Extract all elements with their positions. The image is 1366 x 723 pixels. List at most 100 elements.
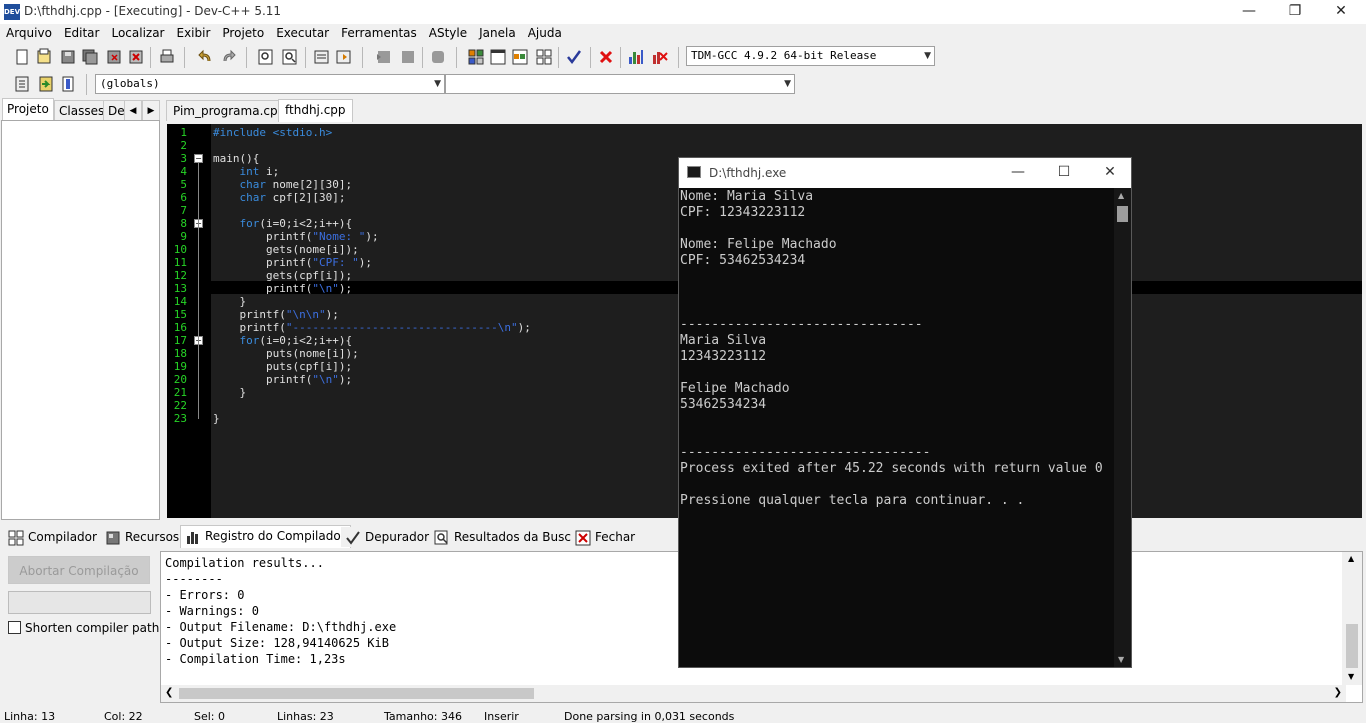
code-line[interactable]: gets(nome[i]);	[213, 243, 359, 256]
menu-astyle[interactable]: AStyle	[423, 24, 473, 42]
code-line[interactable]: puts(nome[i]);	[213, 347, 359, 360]
find-icon[interactable]	[256, 47, 276, 67]
tab-scroll-right-icon[interactable]: ▶	[142, 100, 160, 121]
save-icon[interactable]	[58, 47, 78, 67]
run-icon[interactable]	[488, 47, 508, 67]
compiler-select[interactable]: TDM-GCC 4.9.2 64-bit Release ▼	[686, 46, 935, 66]
replace-icon[interactable]	[280, 47, 300, 67]
code-line[interactable]: for(i=0;i<2;i++){	[213, 334, 353, 347]
tab-compilador[interactable]: Compilador	[4, 527, 101, 547]
editor-tab-fthdhj[interactable]: fthdhj.cpp	[278, 99, 353, 122]
menu-editar[interactable]: Editar	[58, 24, 106, 42]
tab-fechar[interactable]: Fechar	[571, 527, 640, 547]
console-close-button[interactable]: ✕	[1087, 158, 1133, 188]
code-line[interactable]: main(){	[213, 152, 259, 165]
syntax-check-icon[interactable]	[564, 47, 584, 67]
tab-recursos[interactable]: Recursos	[101, 527, 184, 547]
scroll-down-icon[interactable]: ▼	[1118, 655, 1124, 664]
code-line[interactable]: gets(cpf[i]);	[213, 269, 352, 282]
checkbox-box[interactable]	[8, 621, 21, 634]
code-line[interactable]: printf("Nome: ");	[213, 230, 379, 243]
function-select[interactable]: ▼	[445, 74, 795, 94]
scope-select[interactable]: (globals) ▼	[95, 74, 445, 94]
console-line: Maria Silva	[680, 333, 767, 348]
code-line[interactable]: for(i=0;i<2;i++){	[213, 217, 353, 230]
close-all-icon[interactable]	[126, 47, 146, 67]
close-file-icon[interactable]	[104, 47, 124, 67]
code-line[interactable]: printf("\n\n");	[213, 308, 338, 321]
scroll-right-icon[interactable]: ❯	[1334, 687, 1342, 698]
console-minimize-button[interactable]: —	[995, 158, 1041, 188]
delete-profile-icon[interactable]	[650, 47, 670, 67]
scroll-thumb[interactable]	[179, 688, 534, 699]
project-tree[interactable]	[1, 120, 160, 520]
scroll-up-icon[interactable]: ▲	[1118, 191, 1124, 200]
tab-registro-compilador[interactable]: Registro do Compilador	[180, 525, 351, 548]
menu-projeto[interactable]: Projeto	[216, 24, 270, 42]
code-line[interactable]: int i;	[213, 165, 280, 178]
print-icon[interactable]	[157, 47, 177, 67]
goto-bookmark-icon[interactable]	[58, 74, 78, 94]
tab-projeto[interactable]: Projeto	[2, 98, 54, 121]
tab-classes[interactable]: Classes	[54, 100, 110, 121]
menu-janela[interactable]: Janela	[473, 24, 522, 42]
editor-tab-pim-programa[interactable]: Pim_programa.cpp	[166, 100, 293, 121]
goto-line-icon[interactable]	[312, 47, 332, 67]
tab-resultados-busca[interactable]: Resultados da Busca	[430, 527, 583, 547]
scroll-thumb[interactable]	[1117, 206, 1128, 222]
code-line[interactable]: }	[213, 295, 246, 308]
log-horizontal-scrollbar[interactable]: ❮ ❯	[161, 685, 1346, 702]
code-line[interactable]: char nome[2][30];	[213, 178, 353, 191]
bookmark-icon[interactable]	[334, 47, 354, 67]
code-line[interactable]: printf("CPF: ");	[213, 256, 372, 269]
menu-ajuda[interactable]: Ajuda	[522, 24, 568, 42]
fold-toggle-icon[interactable]: −	[194, 154, 203, 163]
scroll-up-icon[interactable]: ▲	[1348, 554, 1354, 563]
compile-run-icon[interactable]	[510, 47, 530, 67]
menu-executar[interactable]: Executar	[270, 24, 335, 42]
undo-icon[interactable]	[196, 47, 216, 67]
open-file-icon[interactable]	[34, 47, 54, 67]
menu-arquivo[interactable]: Arquivo	[0, 24, 58, 42]
tab-depurador[interactable]: Depurador	[341, 527, 434, 547]
tab-scroll-left-icon[interactable]: ◀	[124, 100, 142, 121]
code-line[interactable]: char cpf[2][30];	[213, 191, 346, 204]
code-line[interactable]: printf("-------------------------------\…	[213, 321, 530, 334]
compile-icon[interactable]	[466, 47, 486, 67]
code-line[interactable]: puts(cpf[i]);	[213, 360, 352, 373]
toggle-comment-icon[interactable]	[428, 47, 448, 67]
abort-compilation-button[interactable]: Abortar Compilação	[8, 556, 150, 584]
log-vertical-scrollbar[interactable]: ▲ ▼	[1342, 552, 1362, 685]
menu-localizar[interactable]: Localizar	[105, 24, 170, 42]
maximize-button[interactable]: ❐	[1272, 0, 1318, 24]
code-line[interactable]: printf("\n");	[213, 373, 352, 386]
shorten-paths-checkbox[interactable]: Shorten compiler paths	[8, 621, 166, 635]
code-line[interactable]: printf("\n");	[213, 282, 352, 295]
new-file-icon[interactable]	[12, 47, 32, 67]
toggle-bookmark-icon[interactable]	[36, 74, 56, 94]
code-line[interactable]: }	[213, 386, 246, 399]
redo-icon[interactable]	[218, 47, 238, 67]
minimize-button[interactable]: —	[1226, 0, 1272, 24]
line-number: 3	[180, 152, 187, 165]
scroll-left-icon[interactable]: ❮	[165, 687, 173, 698]
close-button[interactable]: ✕	[1318, 0, 1364, 24]
indent-icon[interactable]	[374, 47, 394, 67]
console-scrollbar[interactable]: ▲ ▼	[1114, 188, 1131, 667]
code-line[interactable]: }	[213, 412, 220, 425]
scroll-down-icon[interactable]: ▼	[1348, 672, 1354, 681]
code-line[interactable]: #include <stdio.h>	[213, 126, 332, 139]
console-maximize-button[interactable]: ☐	[1041, 158, 1087, 188]
console-window[interactable]: D:\fthdhj.exe — ☐ ✕ Nome: Maria Silva CPF…	[678, 157, 1132, 668]
profile-icon[interactable]	[626, 47, 646, 67]
scroll-thumb[interactable]	[1346, 624, 1358, 668]
insert-icon[interactable]	[12, 74, 32, 94]
menu-ferramentas[interactable]: Ferramentas	[335, 24, 423, 42]
stop-execution-icon[interactable]	[596, 47, 616, 67]
rebuild-all-icon[interactable]	[534, 47, 554, 67]
save-all-icon[interactable]	[80, 47, 100, 67]
menu-exibir[interactable]: Exibir	[171, 24, 217, 42]
unindent-icon[interactable]	[398, 47, 418, 67]
search-icon	[434, 530, 450, 546]
